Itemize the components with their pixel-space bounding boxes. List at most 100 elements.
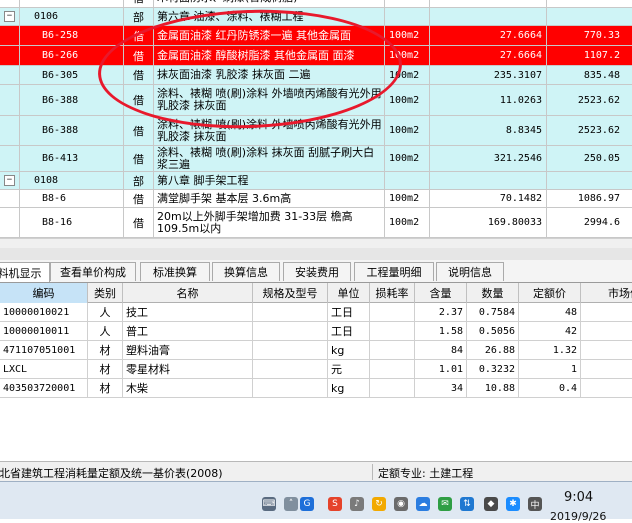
material-code[interactable]: 10000010011: [0, 322, 88, 340]
material-category[interactable]: 材: [88, 341, 123, 359]
cloud-icon[interactable]: ☁: [416, 497, 430, 511]
material-code[interactable]: 403503720001: [0, 379, 88, 397]
keyboard-icon[interactable]: ⌨: [262, 497, 276, 511]
material-name[interactable]: 普工: [123, 322, 253, 340]
material-category[interactable]: 材: [88, 379, 123, 397]
header-quota-price[interactable]: 定额价: [519, 283, 581, 303]
sound-icon[interactable]: ◆: [484, 497, 498, 511]
clock-date[interactable]: 2019/9/26: [550, 510, 606, 523]
header-spec[interactable]: 规格及型号: [253, 283, 328, 303]
network-icon[interactable]: ◉: [394, 497, 408, 511]
material-content[interactable]: 1.58: [415, 322, 467, 340]
material-spec[interactable]: [253, 379, 328, 397]
tab-material-display[interactable]: 工料机显示: [0, 262, 50, 282]
quota-row-selected[interactable]: B6-266 借金属面油漆 醇酸树脂漆 其他金属面 面漆 100m2 27.6664 1…: [0, 46, 632, 66]
material-unit[interactable]: 工日: [328, 303, 370, 321]
tab-quantity-detail[interactable]: 工程量明细: [354, 262, 434, 281]
clock-time[interactable]: 9:04: [564, 490, 593, 505]
header-loss-rate[interactable]: 损耗率: [370, 283, 415, 303]
material-loss-rate[interactable]: [370, 360, 415, 378]
quota-row[interactable]: − 0108 部第八章 脚手架工程: [0, 172, 632, 190]
material-name[interactable]: 零星材料: [123, 360, 253, 378]
material-quota-price[interactable]: 1: [519, 360, 581, 378]
material-loss-rate[interactable]: [370, 322, 415, 340]
material-category[interactable]: 人: [88, 303, 123, 321]
header-market-price[interactable]: 市场价: [581, 283, 632, 303]
tab-conversion-info[interactable]: 换算信息: [212, 262, 280, 281]
tab-unit-price-breakdown[interactable]: 查看单价构成: [50, 262, 136, 281]
quota-row[interactable]: B6-305 借抹灰面油漆 乳胶漆 抹灰面 二遍 100m2 235.3107 835.…: [0, 66, 632, 85]
quota-row[interactable]: − 0106 部第六章 油漆、涂料、裱糊工程: [0, 8, 632, 26]
material-quota-price[interactable]: 42: [519, 322, 581, 340]
volume-icon[interactable]: ♪: [350, 497, 364, 511]
table-row[interactable]: 403503720001 材 木柴 kg 34 10.88 0.4: [0, 379, 632, 398]
collapse-icon[interactable]: −: [4, 11, 15, 22]
material-loss-rate[interactable]: [370, 341, 415, 359]
material-category[interactable]: 材: [88, 360, 123, 378]
material-unit[interactable]: 元: [328, 360, 370, 378]
material-content[interactable]: 84: [415, 341, 467, 359]
material-quantity[interactable]: 26.88: [467, 341, 519, 359]
quota-row[interactable]: B8-6 借满堂脚手架 基本层 3.6m高 100m2 70.1482 1086.97: [0, 190, 632, 208]
collapse-icon[interactable]: −: [4, 175, 15, 186]
quota-row[interactable]: B6-413 借涂料、裱糊 喷(刷)涂料 抹灰面 刮腻子刷大白浆三遍 100m2 32…: [0, 146, 632, 172]
material-spec[interactable]: [253, 360, 328, 378]
material-unit[interactable]: 工日: [328, 322, 370, 340]
material-quota-price[interactable]: 48: [519, 303, 581, 321]
material-content[interactable]: 34: [415, 379, 467, 397]
update-icon[interactable]: ↻: [372, 497, 386, 511]
tab-install-cost[interactable]: 安装费用: [283, 262, 351, 281]
material-code[interactable]: LXCL: [0, 360, 88, 378]
table-row[interactable]: LXCL 材 零星材料 元 1.01 0.3232 1: [0, 360, 632, 379]
material-quantity[interactable]: 0.5056: [467, 322, 519, 340]
quota-row[interactable]: B6-388 借涂料、裱糊 喷(刷)涂料 外墙喷丙烯酸有光外用乳胶漆 抹灰面 100…: [0, 85, 632, 116]
material-market-price[interactable]: [581, 360, 632, 378]
tab-standard-conversion[interactable]: 标准换算: [140, 262, 210, 281]
header-category[interactable]: 类别: [88, 283, 123, 303]
material-name[interactable]: 技工: [123, 303, 253, 321]
material-quantity[interactable]: 10.88: [467, 379, 519, 397]
header-unit[interactable]: 单位: [328, 283, 370, 303]
material-unit[interactable]: kg: [328, 379, 370, 397]
material-content[interactable]: 1.01: [415, 360, 467, 378]
material-quota-price[interactable]: 0.4: [519, 379, 581, 397]
sync-icon[interactable]: ⇅: [460, 497, 474, 511]
table-row[interactable]: 10000010021 人 技工 工日 2.37 0.7584 48: [0, 303, 632, 322]
material-code[interactable]: 10000010021: [0, 303, 88, 321]
quota-row[interactable]: B6-191 借 木材面防水、刷漆(合成树脂): [0, 0, 632, 8]
chevron-up-icon[interactable]: ˄: [284, 497, 298, 511]
material-market-price[interactable]: [581, 303, 632, 321]
header-content[interactable]: 含量: [415, 283, 467, 303]
chat-icon[interactable]: ✉: [438, 497, 452, 511]
material-quantity[interactable]: 0.3232: [467, 360, 519, 378]
material-quantity[interactable]: 0.7584: [467, 303, 519, 321]
table-row[interactable]: 10000010011 人 普工 工日 1.58 0.5056 42: [0, 322, 632, 341]
quota-row[interactable]: B8-16 借 20m以上外脚手架增加费 31-33层 檐高109.5m以内 100m…: [0, 208, 632, 238]
material-market-price[interactable]: [581, 341, 632, 359]
material-loss-rate[interactable]: [370, 303, 415, 321]
material-quota-price[interactable]: 1.32: [519, 341, 581, 359]
bluetooth-icon[interactable]: ✱: [506, 497, 520, 511]
material-market-price[interactable]: [581, 322, 632, 340]
table-row[interactable]: 471107051001 材 塑料油膏 kg 84 26.88 1.32: [0, 341, 632, 360]
material-content[interactable]: 2.37: [415, 303, 467, 321]
header-name[interactable]: 名称: [123, 283, 253, 303]
quota-row[interactable]: B6-388 借涂料、裱糊 喷(刷)涂料 外墙喷丙烯酸有光外用乳胶漆 抹灰面 100…: [0, 116, 632, 146]
quota-row-selected[interactable]: B6-258 借金属面油漆 红丹防锈漆一遍 其他金属面 100m2 27.6664 77…: [0, 26, 632, 46]
material-code[interactable]: 471107051001: [0, 341, 88, 359]
material-spec[interactable]: [253, 341, 328, 359]
material-spec[interactable]: [253, 322, 328, 340]
browser-icon[interactable]: G: [300, 497, 314, 511]
header-quantity[interactable]: 数量: [467, 283, 519, 303]
tab-description[interactable]: 说明信息: [436, 262, 504, 281]
material-unit[interactable]: kg: [328, 341, 370, 359]
material-loss-rate[interactable]: [370, 379, 415, 397]
material-name[interactable]: 木柴: [123, 379, 253, 397]
antivirus-icon[interactable]: S: [328, 497, 342, 511]
material-category[interactable]: 人: [88, 322, 123, 340]
header-code[interactable]: 编码: [0, 283, 88, 303]
material-market-price[interactable]: [581, 379, 632, 397]
ime-icon[interactable]: 中: [528, 497, 542, 511]
material-spec[interactable]: [253, 303, 328, 321]
material-name[interactable]: 塑料油膏: [123, 341, 253, 359]
